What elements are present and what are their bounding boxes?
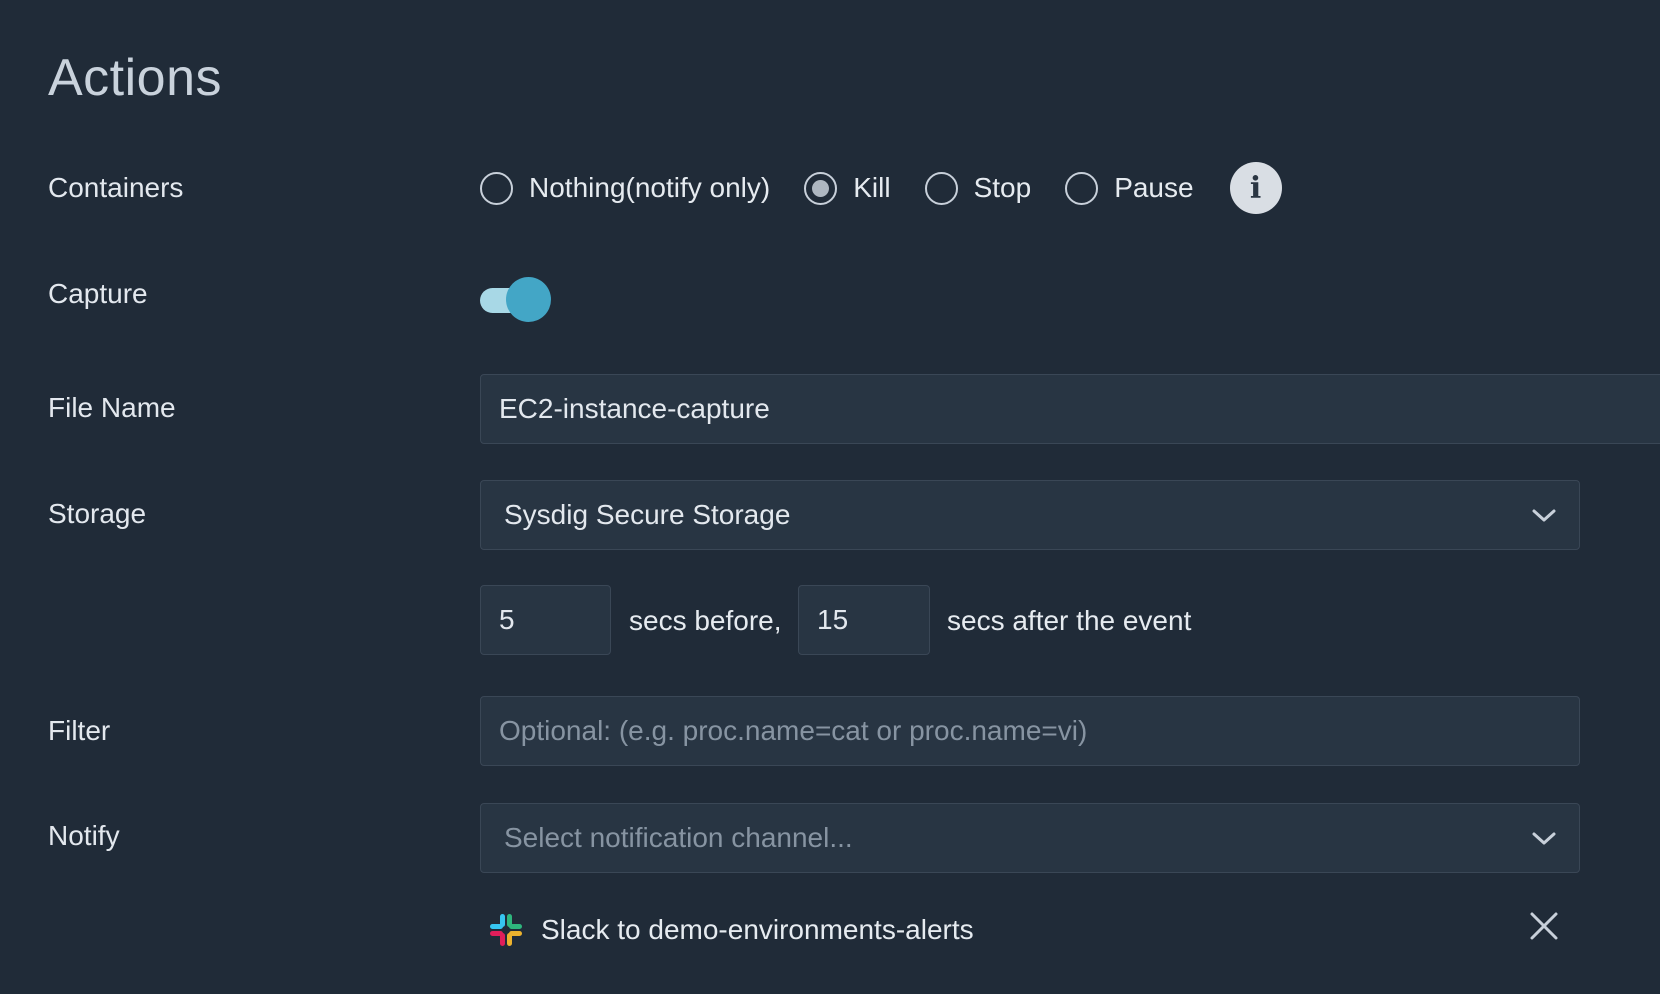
toggle-knob	[506, 277, 551, 322]
filter-label: Filter	[48, 715, 111, 746]
section-title: Actions	[48, 49, 223, 107]
capture-toggle[interactable]	[480, 277, 552, 323]
radio-label: Kill	[853, 172, 891, 203]
notify-select[interactable]: Select notification channel...	[480, 803, 1580, 873]
file-name-value: EC2-instance-capture	[499, 393, 770, 424]
file-name-input[interactable]: EC2-instance-capture	[480, 374, 1660, 444]
slack-icon	[490, 914, 522, 946]
radio-button[interactable]	[804, 171, 838, 205]
radio-option-kill[interactable]: Kill	[804, 171, 891, 205]
radio-label: Nothing(notify only)	[529, 172, 771, 203]
storage-select[interactable]: Sysdig Secure Storage	[480, 480, 1580, 550]
file-name-label: File Name	[48, 392, 176, 423]
radio-option-nothing[interactable]: Nothing(notify only)	[480, 171, 771, 205]
secs-before-input[interactable]: 5	[480, 585, 611, 655]
radio-option-stop[interactable]: Stop	[924, 171, 1032, 205]
radio-label: Pause	[1114, 172, 1194, 203]
chevron-down-icon	[1532, 832, 1556, 845]
secs-before-text: secs before,	[629, 605, 782, 636]
filter-input[interactable]: Optional: (e.g. proc.name=cat or proc.na…	[480, 696, 1580, 766]
actions-panel: Actions Containers Nothing(notify only) …	[0, 0, 1660, 994]
radio-button[interactable]	[924, 171, 958, 205]
storage-value: Sysdig Secure Storage	[504, 499, 791, 530]
info-icon[interactable]: i	[1229, 162, 1282, 214]
storage-label: Storage	[48, 498, 147, 529]
secs-after-input[interactable]: 15	[798, 585, 930, 655]
containers-radio-group: Nothing(notify only) Kill Stop Pause i	[480, 162, 1282, 214]
secs-after-text: secs after the event	[947, 605, 1192, 636]
filter-placeholder: Optional: (e.g. proc.name=cat or proc.na…	[499, 715, 1088, 746]
radio-button[interactable]	[480, 171, 513, 205]
notification-channel-item: Slack to demo-environments-alerts	[488, 912, 974, 948]
notify-placeholder: Select notification channel...	[504, 822, 853, 853]
secs-before-value: 5	[499, 604, 515, 635]
radio-option-pause[interactable]: Pause	[1065, 171, 1194, 205]
radio-label: Stop	[973, 172, 1032, 203]
secs-after-value: 15	[817, 604, 849, 635]
close-icon[interactable]	[1528, 910, 1560, 942]
notify-label: Notify	[48, 820, 120, 851]
capture-label: Capture	[48, 278, 148, 309]
containers-label: Containers	[48, 172, 184, 203]
channel-label: Slack to demo-environments-alerts	[541, 914, 974, 945]
radio-button[interactable]	[1065, 171, 1099, 205]
chevron-down-icon	[1532, 509, 1556, 522]
